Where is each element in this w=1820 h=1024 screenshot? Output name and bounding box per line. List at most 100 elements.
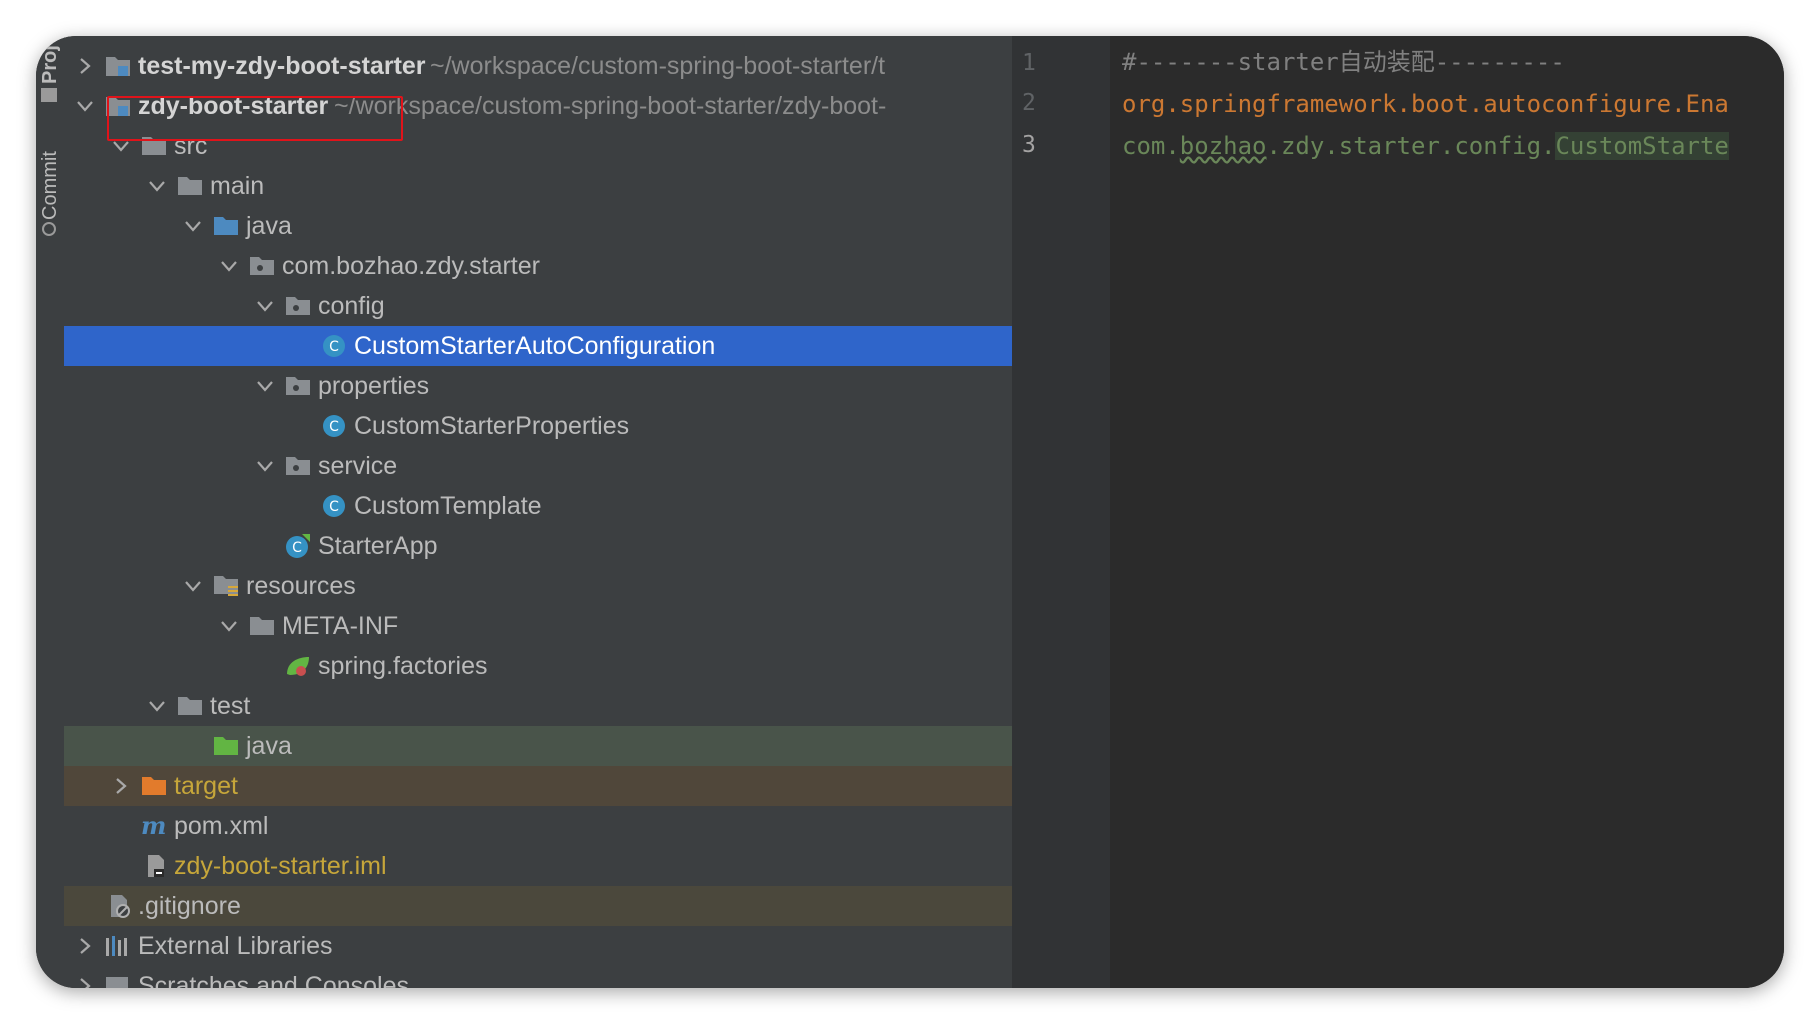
package-name: com.bozhao.zdy.starter bbox=[282, 251, 540, 280]
node-name: External Libraries bbox=[138, 931, 333, 960]
package-icon bbox=[284, 293, 312, 319]
package-icon bbox=[248, 253, 276, 279]
tree-row-main[interactable]: main bbox=[64, 166, 1012, 206]
folder-name: java bbox=[246, 211, 292, 240]
test-folder-icon bbox=[212, 733, 240, 759]
class-name: StarterApp bbox=[318, 531, 438, 560]
tree-row-iml[interactable]: zdy-boot-starter.iml bbox=[64, 846, 1012, 886]
project-tree: test-my-zdy-boot-starter ~/workspace/cus… bbox=[64, 36, 1012, 988]
annotation-highlight-box bbox=[107, 96, 403, 141]
resources-folder-icon bbox=[212, 573, 240, 599]
chevron-down-icon[interactable] bbox=[218, 615, 240, 637]
chevron-down-icon[interactable] bbox=[254, 455, 276, 477]
line-number-current: 3 bbox=[1022, 132, 1036, 158]
tree-row-pom-xml[interactable]: m pom.xml bbox=[64, 806, 1012, 846]
tree-row-test-my-zdy-boot-starter[interactable]: test-my-zdy-boot-starter ~/workspace/cus… bbox=[64, 46, 1012, 86]
tree-row-scratches-and-consoles[interactable]: Scratches and Consoles bbox=[64, 966, 1012, 988]
chevron-down-icon[interactable] bbox=[218, 255, 240, 277]
commit-tab[interactable]: Commit bbox=[39, 151, 62, 220]
code-token: .zdy.starter.config. bbox=[1266, 132, 1556, 160]
tool-window-strip: Proj Commit bbox=[36, 36, 65, 988]
svg-text:m: m bbox=[141, 814, 166, 838]
project-tab-icon bbox=[41, 88, 57, 102]
folder-name: target bbox=[174, 771, 238, 800]
tree-row-meta-inf[interactable]: META-INF bbox=[64, 606, 1012, 646]
class-icon: C bbox=[320, 493, 348, 519]
module-file-icon bbox=[142, 853, 170, 879]
chevron-down-icon[interactable] bbox=[182, 575, 204, 597]
package-name: service bbox=[318, 451, 398, 480]
chevron-right-icon[interactable] bbox=[74, 55, 96, 77]
file-name: .gitignore bbox=[138, 891, 241, 920]
folder-icon bbox=[176, 693, 204, 719]
maven-icon: m bbox=[140, 813, 170, 839]
line-number: 2 bbox=[1022, 90, 1036, 116]
tree-row-config[interactable]: config bbox=[64, 286, 1012, 326]
chevron-down-icon[interactable] bbox=[74, 95, 96, 117]
node-name: Scratches and Consoles bbox=[138, 971, 409, 989]
tree-row-properties[interactable]: properties bbox=[64, 366, 1012, 406]
tree-row-spring-factories[interactable]: spring.factories bbox=[64, 646, 1012, 686]
tree-row-main-java[interactable]: java bbox=[64, 206, 1012, 246]
project-tab[interactable]: Proj bbox=[39, 45, 62, 84]
tree-row-custom-starter-properties[interactable]: C CustomStarterProperties bbox=[64, 406, 1012, 446]
chevron-right-icon[interactable] bbox=[110, 775, 132, 797]
folder-name: META-INF bbox=[282, 611, 399, 640]
file-name: pom.xml bbox=[174, 811, 269, 840]
module-name: test-my-zdy-boot-starter bbox=[138, 51, 426, 80]
tree-row-test-java[interactable]: java bbox=[64, 726, 1012, 766]
file-name: zdy-boot-starter.iml bbox=[174, 851, 387, 880]
module-folder-icon bbox=[104, 53, 132, 79]
ignore-file-icon bbox=[106, 893, 134, 919]
tree-row-custom-starter-auto-configuration[interactable]: C CustomStarterAutoConfiguration bbox=[64, 326, 1012, 366]
tree-row-starter-app[interactable]: C StarterApp bbox=[64, 526, 1012, 566]
class-icon: C bbox=[320, 333, 348, 359]
code-token-squiggle: bozhao bbox=[1179, 132, 1267, 160]
package-name: config bbox=[318, 291, 385, 320]
code-line-3: com.bozhao.zdy.starter.config.CustomStar… bbox=[1122, 126, 1729, 166]
module-path: ~/workspace/custom-spring-boot-starter/z… bbox=[334, 91, 887, 120]
line-number: 1 bbox=[1022, 50, 1036, 76]
chevron-right-icon[interactable] bbox=[74, 975, 96, 988]
chevron-right-icon[interactable] bbox=[74, 935, 96, 957]
folder-name: java bbox=[246, 731, 292, 760]
spring-boot-class-icon: C bbox=[284, 533, 312, 559]
tree-row-target[interactable]: target bbox=[64, 766, 1012, 806]
tree-row-resources[interactable]: resources bbox=[64, 566, 1012, 606]
spring-leaf-icon bbox=[284, 653, 312, 679]
chevron-down-icon[interactable] bbox=[254, 375, 276, 397]
tree-row-test[interactable]: test bbox=[64, 686, 1012, 726]
commit-icon bbox=[42, 222, 56, 236]
folder-icon bbox=[176, 173, 204, 199]
code-line-2: org.springframework.boot.autoconfigure.E… bbox=[1122, 90, 1729, 118]
tree-row-external-libraries[interactable]: External Libraries bbox=[64, 926, 1012, 966]
chevron-down-icon[interactable] bbox=[182, 215, 204, 237]
code-token-highlight: CustomStarte bbox=[1555, 132, 1729, 160]
libraries-icon bbox=[104, 933, 132, 959]
folder-name: resources bbox=[246, 571, 356, 600]
tree-row-package[interactable]: com.bozhao.zdy.starter bbox=[64, 246, 1012, 286]
editor-gutter: 1 2 3 bbox=[1012, 36, 1111, 988]
package-name: properties bbox=[318, 371, 430, 400]
folder-icon bbox=[248, 613, 276, 639]
tree-row-service[interactable]: service bbox=[64, 446, 1012, 486]
chevron-down-icon[interactable] bbox=[254, 295, 276, 317]
folder-name: test bbox=[210, 691, 251, 720]
excluded-folder-icon bbox=[140, 773, 168, 799]
tree-row-custom-template[interactable]: C CustomTemplate bbox=[64, 486, 1012, 526]
chevron-down-icon[interactable] bbox=[146, 175, 168, 197]
chevron-down-icon[interactable] bbox=[146, 695, 168, 717]
code-token: com. bbox=[1122, 132, 1180, 160]
svg-text:C: C bbox=[329, 419, 339, 435]
scratches-icon bbox=[104, 973, 132, 988]
package-icon bbox=[284, 373, 312, 399]
class-name: CustomTemplate bbox=[354, 491, 542, 520]
source-folder-icon bbox=[212, 213, 240, 239]
tree-row-gitignore[interactable]: .gitignore bbox=[64, 886, 1012, 926]
package-icon bbox=[284, 453, 312, 479]
ide-window: Proj Commit test-my-zdy-boot-starter ~/w… bbox=[36, 36, 1784, 988]
svg-text:C: C bbox=[329, 339, 339, 355]
folder-name: main bbox=[210, 171, 265, 200]
svg-text:C: C bbox=[292, 540, 302, 556]
code-editor[interactable]: #-------starter自动装配--------- org.springf… bbox=[1110, 36, 1784, 988]
